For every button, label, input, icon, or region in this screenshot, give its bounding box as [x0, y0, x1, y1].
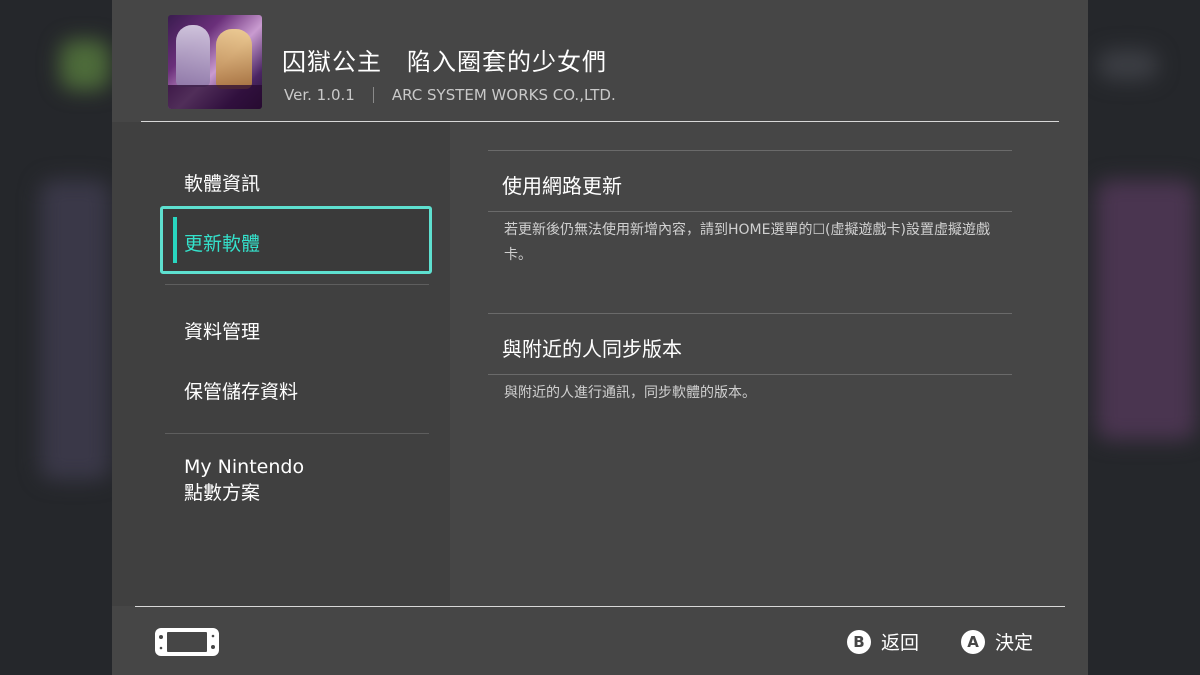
- game-meta: Ver. 1.0.1 ARC SYSTEM WORKS CO.,LTD.: [284, 86, 616, 104]
- confirm-label: 決定: [995, 632, 1034, 654]
- confirm-hint[interactable]: A 決定: [961, 628, 1033, 655]
- background-blob: [1098, 50, 1158, 80]
- background-blob: [1096, 180, 1196, 440]
- back-label: 返回: [881, 632, 920, 654]
- section-divider: [488, 150, 1012, 151]
- my-nintendo-label: My Nintendo: [184, 456, 305, 478]
- game-icon: [168, 15, 262, 109]
- background-left: [0, 0, 112, 675]
- game-version: Ver. 1.0.1: [284, 86, 355, 104]
- character-figure: [216, 29, 252, 89]
- sidebar-item-label: 更新軟體: [184, 233, 261, 255]
- back-hint[interactable]: B 返回: [847, 628, 919, 655]
- meta-divider: [372, 87, 374, 103]
- match-version-local-description: 與附近的人進行通訊，同步軟體的版本。: [504, 385, 756, 401]
- options-panel: 囚獄公主 陷入圈套的少女們 Ver. 1.0.1 ARC SYSTEM WORK…: [112, 0, 1088, 675]
- update-via-internet-description: 若更新後仍無法使用新增內容，請到HOME選單的☐(虛擬遊戲卡)設置虛擬遊戲卡。: [504, 222, 990, 263]
- sidebar-divider: [165, 433, 429, 434]
- game-publisher: ARC SYSTEM WORKS CO.,LTD.: [391, 86, 616, 104]
- game-header: 囚獄公主 陷入圈套的少女們 Ver. 1.0.1 ARC SYSTEM WORK…: [112, 0, 1088, 122]
- section-divider: [488, 211, 1012, 212]
- background-right: [1088, 0, 1200, 675]
- match-version-local-button[interactable]: 與附近的人同步版本: [502, 333, 682, 362]
- sidebar-item-my-nintendo[interactable]: My Nintendo 點數方案: [184, 454, 304, 506]
- background-blob: [60, 40, 110, 90]
- sidebar-item-data-management[interactable]: 資料管理: [184, 317, 260, 344]
- switch-console-icon: [155, 628, 219, 656]
- points-plan-label: 點數方案: [184, 482, 261, 504]
- a-button-icon: A: [961, 629, 985, 654]
- update-via-internet-button[interactable]: 使用網路更新: [502, 170, 622, 199]
- sidebar-item-update-software[interactable]: 更新軟體: [160, 206, 432, 274]
- sidebar-item-software-info[interactable]: 軟體資訊: [184, 169, 260, 196]
- section-divider: [488, 313, 1012, 314]
- sidebar-divider: [165, 284, 429, 285]
- b-button-icon: B: [847, 629, 871, 654]
- character-figure: [176, 25, 210, 87]
- background-blob: [40, 180, 110, 480]
- section-divider: [488, 374, 1012, 375]
- sidebar-item-save-data-cloud[interactable]: 保管儲存資料: [184, 377, 298, 404]
- selection-indicator: [173, 217, 177, 263]
- footer-divider: [135, 606, 1065, 607]
- game-logo-band: [168, 85, 262, 109]
- sidebar: 軟體資訊 更新軟體 資料管理 保管儲存資料 My Nintendo 點數方案: [112, 122, 450, 606]
- game-title: 囚獄公主 陷入圈套的少女們: [282, 48, 607, 76]
